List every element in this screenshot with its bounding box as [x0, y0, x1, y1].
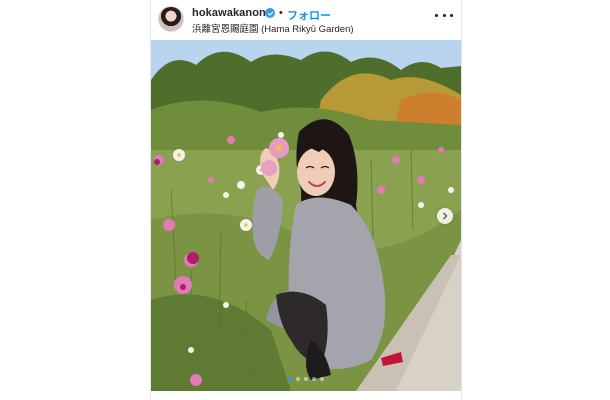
chevron-right-icon — [443, 212, 448, 220]
avatar[interactable] — [158, 6, 184, 32]
carousel-dot — [320, 377, 324, 381]
carousel-dot — [296, 377, 300, 381]
more-dot — [450, 13, 453, 17]
instagram-post: hokawakanonn • フォロー 浜離宮恩賜庭園 (Hama Rikyū … — [150, 0, 462, 400]
username-link[interactable]: hokawakanonn — [192, 7, 273, 19]
more-dot — [442, 13, 446, 17]
post-header: hokawakanonn • フォロー 浜離宮恩賜庭園 (Hama Rikyū … — [151, 0, 461, 40]
header-separator: • — [279, 7, 283, 19]
carousel-dot — [304, 377, 308, 381]
more-options-icon[interactable] — [435, 10, 453, 20]
verified-badge-icon — [265, 8, 275, 18]
more-dot — [435, 13, 438, 17]
next-slide-button[interactable] — [437, 208, 453, 224]
garden-photo-illustration — [151, 40, 461, 391]
carousel-indicator — [151, 377, 461, 381]
carousel-dot — [312, 377, 316, 381]
carousel-dot-active — [288, 377, 292, 381]
location-link[interactable]: 浜離宮恩賜庭園 (Hama Rikyū Garden) — [192, 21, 354, 35]
post-photo[interactable] — [151, 40, 461, 391]
